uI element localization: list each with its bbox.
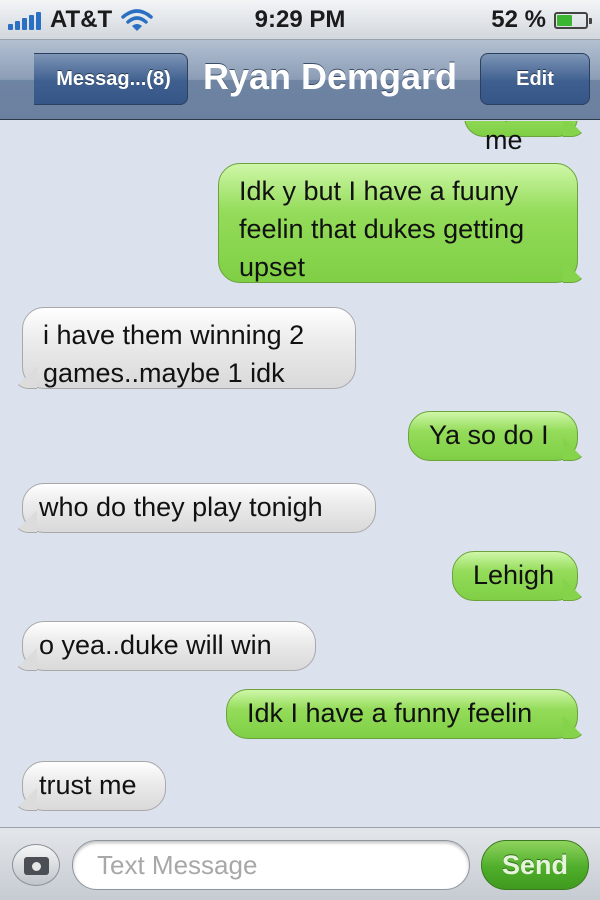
message-text: Lehigh: [473, 560, 555, 590]
edit-button-label: Edit: [516, 67, 554, 90]
message-list[interactable]: Ya me Idk y but I have a fuuny feelin th…: [0, 121, 600, 827]
message-input[interactable]: [72, 840, 470, 890]
camera-lens-icon: [30, 860, 43, 873]
message-bubble-sent: Ya me: [464, 121, 578, 154]
back-arrow-icon: [8, 53, 61, 106]
message-text: Idk I have a funny feelin: [247, 698, 533, 728]
message-text: o yea..duke will win: [39, 630, 272, 660]
message-bubble-sent: Idk I have a funny feelin: [226, 689, 578, 739]
message-text: i have them winning 2 games..maybe 1 idk: [43, 320, 305, 388]
battery-fill: [557, 15, 572, 26]
message-text: Ya me: [485, 121, 523, 155]
message-bubble-sent: Ya so do I: [408, 411, 578, 461]
battery-percent: 52 %: [491, 6, 546, 33]
conversation-title: Ryan Demgard: [202, 56, 458, 97]
message-text: Ya so do I: [429, 420, 549, 450]
back-button-label: Messag...(8): [56, 67, 171, 90]
message-bubble-received: i have them winning 2 games..maybe 1 idk: [22, 307, 356, 389]
status-bar: AT&T 9:29 PM 52 %: [0, 0, 600, 40]
message-bubble-received: trust me: [22, 761, 166, 811]
message-bubble-sent: Lehigh: [452, 551, 578, 601]
compose-bar: Send: [0, 827, 600, 900]
message-text: Idk y but I have a fuuny feelin that duk…: [239, 176, 525, 282]
battery-icon: [554, 12, 592, 29]
message-bubble-sent: Idk y but I have a fuuny feelin that duk…: [218, 163, 578, 283]
message-text: who do they play tonigh: [39, 492, 323, 522]
message-bubble-received: o yea..duke will win: [22, 621, 316, 671]
edit-button[interactable]: Edit: [480, 53, 590, 105]
send-button-label: Send: [501, 849, 568, 880]
camera-button[interactable]: [12, 844, 60, 886]
back-button[interactable]: Messag...(8): [8, 53, 188, 106]
send-button[interactable]: Send: [481, 840, 589, 890]
message-bubble-received: who do they play tonigh: [22, 483, 376, 533]
navigation-bar: Messag...(8) Ryan Demgard Edit: [0, 40, 600, 120]
message-text: trust me: [39, 770, 137, 800]
